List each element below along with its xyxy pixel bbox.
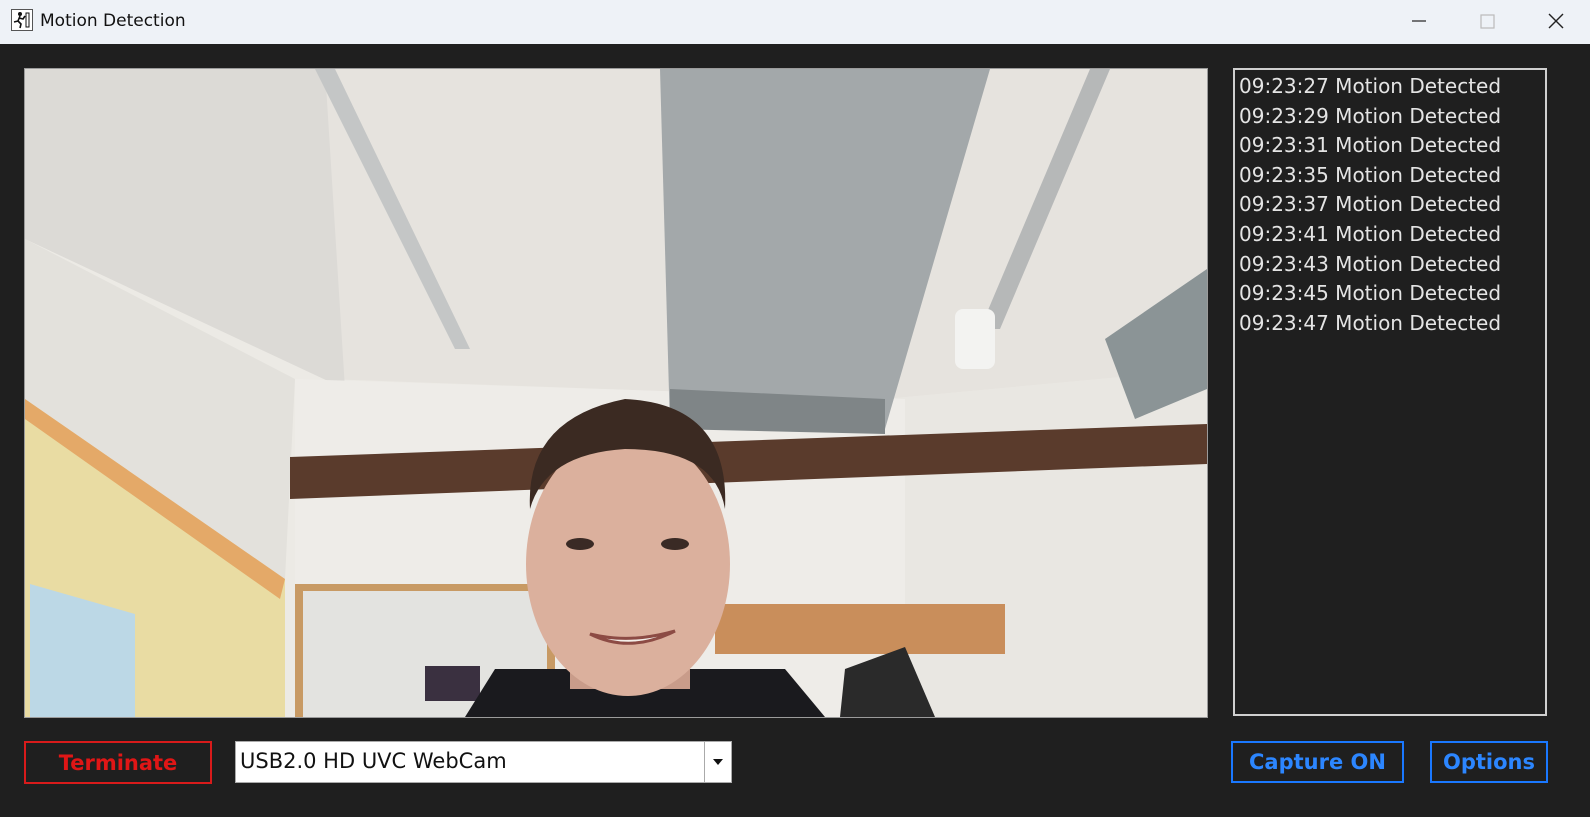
log-entry[interactable]: 09:23:35 Motion Detected xyxy=(1239,161,1545,191)
webcam-image xyxy=(25,69,1207,717)
log-entry[interactable]: 09:23:41 Motion Detected xyxy=(1239,220,1545,250)
log-entry[interactable]: 09:23:29 Motion Detected xyxy=(1239,102,1545,132)
motion-log-list[interactable]: 09:23:27 Motion Detected 09:23:29 Motion… xyxy=(1233,68,1547,716)
terminate-button[interactable]: Terminate xyxy=(24,741,212,784)
dropdown-arrow-icon xyxy=(713,759,723,765)
log-entry[interactable]: 09:23:47 Motion Detected xyxy=(1239,309,1545,339)
maximize-icon xyxy=(1480,14,1495,29)
log-entry[interactable]: 09:23:27 Motion Detected xyxy=(1239,72,1545,102)
maximize-button[interactable] xyxy=(1453,0,1521,44)
close-icon xyxy=(1548,13,1564,29)
camera-select-value: USB2.0 HD UVC WebCam xyxy=(240,749,507,773)
minimize-icon xyxy=(1412,20,1426,22)
webcam-feed xyxy=(24,68,1208,718)
minimize-button[interactable] xyxy=(1385,0,1453,44)
window-title: Motion Detection xyxy=(40,11,186,31)
log-entry[interactable]: 09:23:43 Motion Detected xyxy=(1239,250,1545,280)
running-person-icon xyxy=(11,9,33,31)
options-button[interactable]: Options xyxy=(1430,741,1548,783)
log-entry[interactable]: 09:23:37 Motion Detected xyxy=(1239,190,1545,220)
dropdown-button[interactable] xyxy=(704,742,731,782)
close-button[interactable] xyxy=(1522,0,1590,44)
camera-select[interactable]: USB2.0 HD UVC WebCam xyxy=(235,741,732,783)
log-entry[interactable]: 09:23:31 Motion Detected xyxy=(1239,131,1545,161)
title-bar: Motion Detection xyxy=(0,0,1590,44)
capture-toggle-button[interactable]: Capture ON xyxy=(1231,741,1404,783)
log-entry[interactable]: 09:23:45 Motion Detected xyxy=(1239,279,1545,309)
